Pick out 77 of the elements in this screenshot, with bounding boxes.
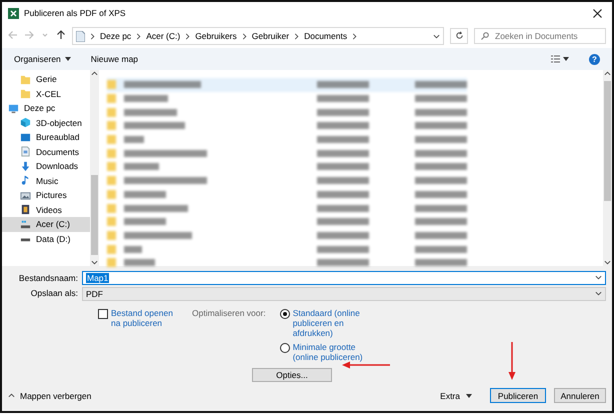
folder-icon [20, 88, 31, 100]
arrow-drawing [508, 342, 516, 380]
breadcrumb-item[interactable]: Gebruiker [252, 31, 290, 41]
dropdown-caret-icon[interactable] [433, 32, 440, 40]
window-title: Publiceren als PDF of XPS [24, 8, 127, 18]
publish-button[interactable]: Publiceren [490, 388, 546, 403]
help-button[interactable]: ? [589, 54, 600, 64]
sidebar-item[interactable]: Deze pc [2, 101, 90, 116]
scrollbar[interactable] [90, 70, 99, 266]
file-type-dropdown[interactable]: PDF [82, 286, 606, 300]
refresh-button[interactable] [450, 28, 468, 44]
open-after-checkbox[interactable]: Bestand openen na publiceren [98, 308, 178, 362]
scroll-up-icon [91, 70, 98, 77]
dropdown-caret-icon[interactable] [595, 274, 602, 281]
chevron-icon [184, 32, 192, 40]
chevron-icon [135, 32, 142, 40]
sidebar-item[interactable]: Videos [2, 202, 90, 217]
address-bar[interactable]: Deze pc Acer (C:) Gebruikers Gebruiker Documents [72, 27, 444, 45]
sidebar-item[interactable]: Gerie [2, 72, 90, 86]
chevron-icon [89, 32, 96, 40]
breadcrumb-item[interactable]: Deze pc [100, 31, 132, 41]
sidebar-item[interactable]: Documents [2, 144, 90, 159]
folder-icon [20, 74, 31, 85]
sidebar-item[interactable]: Bureaublad [2, 130, 90, 144]
breadcrumb-item[interactable]: Acer (C:) [146, 31, 180, 41]
dropdown-caret-icon [595, 290, 602, 297]
save-as-type-label: Opslaan als: [30, 288, 79, 298]
sidebar-item[interactable]: 3D-objecten [2, 116, 90, 130]
scroll-up-icon [604, 70, 611, 77]
drive-icon [20, 218, 31, 230]
sidebar-item[interactable]: Pictures [2, 188, 90, 202]
scrollbar[interactable] [603, 70, 612, 266]
cube-icon [20, 117, 31, 128]
cancel-button[interactable]: Annuleren [554, 388, 606, 403]
filename-field[interactable]: Map1 [82, 270, 606, 284]
document-icon [20, 146, 31, 158]
view-options-button[interactable] [551, 55, 569, 63]
search-field[interactable]: Zoeken in Documents [474, 28, 606, 44]
organize-menu[interactable]: Organiseren [14, 54, 71, 64]
scroll-down-icon [91, 259, 98, 266]
sidebar-item[interactable]: Data (D:) [2, 232, 90, 246]
chevron-icon [351, 32, 358, 40]
options-button[interactable]: Opties... [252, 368, 332, 382]
caret-icon [466, 394, 472, 398]
location-icon [76, 30, 85, 42]
optimize-label: Optimaliseren voor: [192, 308, 266, 320]
close-icon [593, 8, 602, 18]
hide-folders-button[interactable]: Mappen verbergen [8, 390, 92, 400]
radio-option[interactable]: Standaard (online publiceren en afdrukken) [280, 308, 372, 338]
caret-icon [64, 57, 71, 61]
arrow-icon [24, 30, 34, 40]
arrow-drawing [342, 361, 390, 369]
sidebar-item[interactable]: X-CEL [2, 86, 90, 101]
breadcrumb-item[interactable]: Gebruikers [195, 31, 237, 41]
sidebar-item[interactable]: Acer (C:) [2, 217, 90, 232]
chevron-up-icon [8, 392, 15, 399]
film-icon [20, 204, 31, 216]
list-view-icon [551, 55, 569, 63]
music-note-icon [20, 175, 31, 186]
chevron-icon [240, 32, 248, 40]
filename-label: Bestandsnaam: [18, 272, 79, 282]
new-folder-button[interactable]: Nieuwe map [90, 54, 138, 64]
spreadsheet-app-icon [8, 8, 19, 18]
breadcrumb-item[interactable]: Documents [304, 31, 348, 41]
scroll-down-icon [604, 259, 611, 266]
sidebar-item[interactable]: Downloads [2, 159, 90, 174]
computer-icon [8, 102, 19, 114]
arrow-icon [56, 30, 66, 40]
radio-option[interactable]: Minimale grootte (online publiceren) [280, 342, 372, 362]
download-icon [20, 160, 31, 172]
refresh-icon [454, 30, 464, 40]
picture-icon [20, 190, 31, 201]
arrow-icon [8, 30, 18, 40]
sidebar-item[interactable]: Music [2, 174, 90, 188]
chevron-icon [293, 32, 300, 40]
extra-menu[interactable]: Extra [440, 390, 472, 400]
monitor-icon [20, 132, 31, 143]
